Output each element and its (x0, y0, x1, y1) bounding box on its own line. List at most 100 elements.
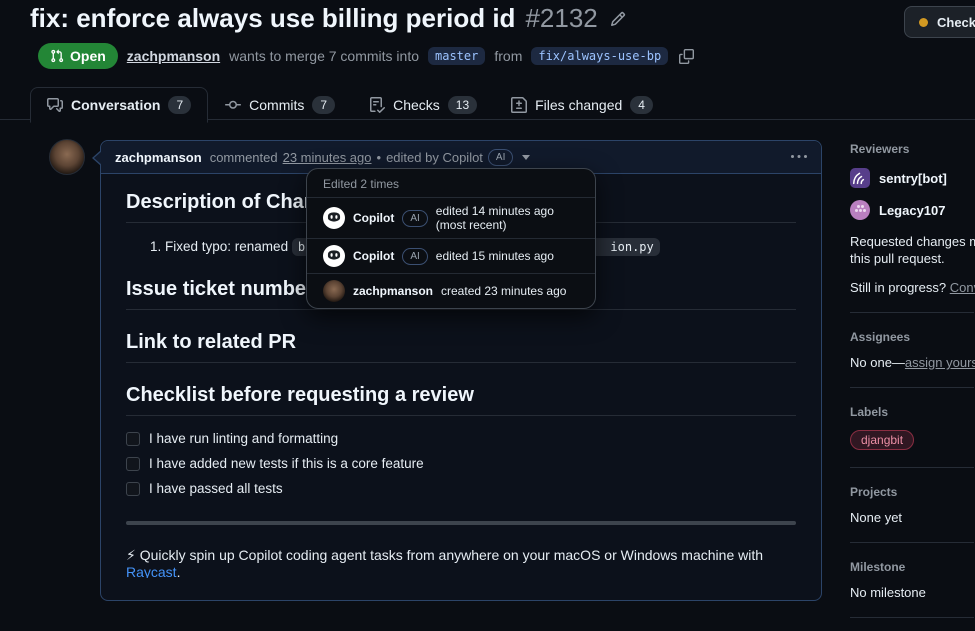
assignees-value: No one—assign yourself (850, 355, 975, 370)
checks-button-label: Checks (937, 15, 975, 30)
file-diff-icon (511, 97, 527, 113)
note-line: Requested changes mus (850, 233, 975, 250)
sidebar-divider (850, 542, 974, 543)
merge-text-1: wants to merge 7 commits into (229, 48, 419, 64)
tab-count: 7 (312, 96, 335, 114)
ai-badge: AI (488, 149, 513, 166)
sidebar-divider (850, 617, 974, 618)
comment-discussion-icon (47, 97, 63, 113)
milestone-title: Milestone (850, 560, 975, 574)
sidebar-divider (850, 387, 974, 388)
edit-history-item[interactable]: zachpmanson created 23 minutes ago (307, 273, 595, 308)
checks-status-button[interactable]: Checks (904, 6, 975, 38)
checkbox[interactable] (126, 432, 140, 446)
edit-entry-text: edited 14 minutes ago (most recent) (436, 204, 579, 232)
head-branch-label[interactable]: fix/always-use-bp (531, 47, 668, 65)
copilot-avatar-icon (323, 245, 345, 267)
tab-commits[interactable]: Commits 7 (208, 87, 352, 123)
checklist-item: I have run linting and formatting (126, 430, 796, 447)
promo-text: Quickly spin up Copilot coding agent tas… (140, 547, 763, 563)
assignees-text: No one— (850, 355, 905, 370)
pending-dot-icon (919, 18, 928, 27)
sentry-avatar (850, 168, 870, 188)
label-djangbit[interactable]: djangbit (850, 430, 914, 450)
base-branch-label[interactable]: master (428, 47, 485, 65)
edit-title-icon[interactable] (610, 11, 626, 27)
heading-related-pr: Link to related PR (126, 330, 796, 363)
checkbox[interactable] (126, 457, 140, 471)
sidebar-divider (850, 467, 974, 468)
copy-branch-icon[interactable] (679, 49, 694, 64)
checklist-item: I have added new tests if this is a core… (126, 455, 796, 472)
milestone-value: No milestone (850, 585, 975, 600)
chevron-down-icon[interactable] (522, 155, 530, 160)
progress-text: Still in progress? (850, 280, 950, 295)
reviewer-avatar (850, 200, 870, 220)
pr-meta-row: Open zachpmanson wants to merge 7 commit… (38, 43, 694, 69)
checklist-icon (369, 97, 385, 113)
reviewers-title: Reviewers (850, 142, 975, 156)
merge-text-2: from (494, 48, 522, 64)
tab-label: Checks (393, 97, 440, 113)
pr-number: #2132 (525, 3, 597, 34)
tab-count: 13 (448, 96, 477, 114)
checklist-item: I have passed all tests (126, 480, 796, 497)
copilot-avatar-icon (323, 207, 345, 229)
comment-timestamp[interactable]: 23 minutes ago (283, 150, 372, 165)
code-text-end: ion.py (610, 240, 653, 254)
review-required-note: Requested changes mus this pull request. (850, 233, 975, 267)
avatar[interactable] (49, 139, 85, 175)
reviewer-row[interactable]: Legacy107 (850, 200, 975, 220)
checkbox-label: I have passed all tests (149, 480, 283, 497)
comment-author[interactable]: zachpmanson (115, 150, 202, 165)
tab-label: Files changed (535, 97, 622, 113)
pull-request-icon (50, 49, 64, 63)
edit-history-title: Edited 2 times (307, 169, 595, 197)
editor-name: zachpmanson (353, 284, 433, 298)
edited-by-text: edited by Copilot (386, 150, 483, 165)
promo-period: . (177, 564, 181, 578)
tab-label: Conversation (71, 97, 160, 113)
sidebar-divider (850, 312, 974, 313)
projects-value: None yet (850, 510, 975, 525)
pr-state-label: Open (70, 48, 106, 64)
tab-conversation[interactable]: Conversation 7 (30, 87, 208, 123)
tab-count: 7 (168, 96, 191, 114)
git-commit-icon (225, 97, 241, 113)
checkbox[interactable] (126, 482, 140, 496)
assignees-title: Assignees (850, 330, 975, 344)
pr-state-badge: Open (38, 43, 118, 69)
pr-sidebar: Reviewers sentry[bot] Legacy107 Requeste… (850, 142, 975, 631)
edit-history-item[interactable]: Copilot AI edited 15 minutes ago (307, 238, 595, 273)
raycast-link[interactable]: Raycast (126, 564, 177, 578)
tab-label: Commits (249, 97, 304, 113)
tab-checks[interactable]: Checks 13 (352, 87, 494, 123)
tab-count: 4 (630, 96, 653, 114)
pr-author-link[interactable]: zachpmanson (127, 48, 220, 64)
heading-checklist: Checklist before requesting a review (126, 383, 796, 416)
labels-title: Labels (850, 405, 975, 419)
checklist: I have run linting and formatting I have… (126, 430, 796, 497)
edit-history-item[interactable]: Copilot AI edited 14 minutes ago (most r… (307, 197, 595, 238)
assign-yourself-link[interactable]: assign yourself (905, 355, 975, 370)
comment-menu-icon[interactable] (791, 149, 807, 165)
comment-action: commented (210, 150, 278, 165)
promo-line: ⚡ Quickly spin up Copilot coding agent t… (126, 547, 796, 578)
list-item-text: 1. Fixed typo: renamed (150, 239, 292, 254)
edit-history-dropdown: Edited 2 times Copilot AI edited 14 minu… (306, 168, 596, 309)
edit-entry-text: edited 15 minutes ago (436, 249, 554, 263)
projects-title: Projects (850, 485, 975, 499)
editor-name: Copilot (353, 249, 394, 263)
lightning-emoji: ⚡ (126, 547, 136, 563)
pr-title: fix: enforce always use billing period i… (30, 3, 515, 34)
reviewer-name: sentry[bot] (879, 171, 947, 186)
note-line: this pull request. (850, 250, 975, 267)
pr-title-row: fix: enforce always use billing period i… (30, 3, 626, 34)
convert-to-draft-link[interactable]: Conver (950, 280, 975, 295)
tab-files-changed[interactable]: Files changed 4 (494, 87, 670, 123)
markdown-divider (126, 521, 796, 525)
separator-dot: • (377, 150, 382, 165)
reviewer-row[interactable]: sentry[bot] (850, 168, 975, 188)
reviewer-name: Legacy107 (879, 203, 946, 218)
checkbox-label: I have added new tests if this is a core… (149, 455, 424, 472)
